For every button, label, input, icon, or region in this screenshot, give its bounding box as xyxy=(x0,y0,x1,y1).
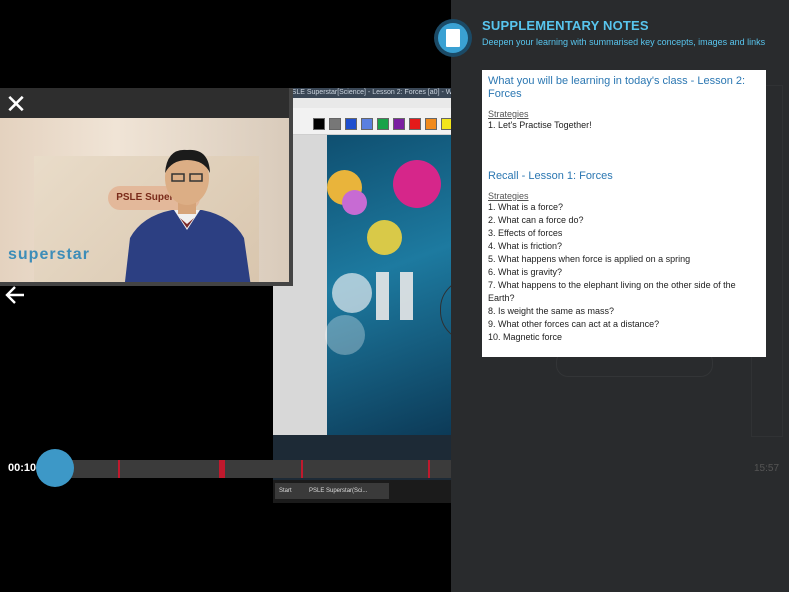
color-swatch xyxy=(361,118,373,130)
section-title: What you will be learning in today's cla… xyxy=(488,75,746,100)
color-swatch xyxy=(345,118,357,130)
notes-card: What you will be learning in today's cla… xyxy=(482,70,766,357)
list-item: 1. What is a force? xyxy=(488,202,564,212)
list-item: 5. What happens when force is applied on… xyxy=(488,254,691,264)
chapter-marker[interactable] xyxy=(301,460,303,478)
brand-logo: superstar xyxy=(8,246,90,263)
list-item: 10. Magnetic force xyxy=(488,332,563,342)
decor-bubble xyxy=(342,190,367,215)
decor-bubble xyxy=(367,220,402,255)
document-icon xyxy=(434,19,472,57)
list-item: 7. What happens to the elephant living o… xyxy=(488,280,736,303)
panel-subtitle: Deepen your learning with summarised key… xyxy=(482,37,766,47)
close-icon[interactable]: ✕ xyxy=(4,91,28,117)
webcam-video: PSLE Superstar superstar xyxy=(0,88,293,286)
window-title: PSLE Superstar[Science] - Lesson 2: Forc… xyxy=(273,88,451,98)
back-arrow-icon[interactable] xyxy=(4,283,26,307)
chapter-marker[interactable] xyxy=(219,460,225,478)
section-title: Recall - Lesson 1: Forces xyxy=(488,170,613,182)
list-item: 6. What is gravity? xyxy=(488,267,563,277)
color-swatch xyxy=(441,118,451,130)
list-item: 4. What is friction? xyxy=(488,241,563,251)
list-item: 3. Effects of forces xyxy=(488,228,563,238)
seek-handle[interactable] xyxy=(36,449,74,487)
panel-title: SUPPLEMENTARY NOTES xyxy=(482,18,649,33)
start-button: Start xyxy=(275,483,305,499)
chapter-marker[interactable] xyxy=(428,460,430,478)
presenter xyxy=(124,149,251,282)
chapter-marker[interactable] xyxy=(118,460,120,478)
decor-bubble xyxy=(393,160,441,208)
webcam-topbar xyxy=(0,88,289,118)
strategies-label: Strategies xyxy=(488,191,529,201)
webcam-room: PSLE Superstar superstar xyxy=(0,118,289,282)
pause-icon[interactable] xyxy=(376,272,413,320)
end-time: 15:57 xyxy=(754,463,780,474)
color-swatch xyxy=(313,118,325,130)
list-item: 8. Is weight the same as mass? xyxy=(488,306,615,316)
decor-bubble xyxy=(325,315,365,355)
menu-bar xyxy=(273,98,451,108)
strategies-label: Strategies xyxy=(488,109,529,119)
list-item: 1. Let's Practise Together! xyxy=(488,120,592,130)
taskbar-app: PSLE Superstar(Sci... xyxy=(305,483,389,499)
color-swatch xyxy=(409,118,421,130)
color-swatch xyxy=(393,118,405,130)
list-item: 2. What can a force do? xyxy=(488,215,584,225)
color-swatch xyxy=(377,118,389,130)
list-item: 9. What other forces can act at a distan… xyxy=(488,319,660,329)
color-swatch xyxy=(425,118,437,130)
screen-share-video: PSLE Superstar[Science] - Lesson 2: Forc… xyxy=(273,88,451,503)
decor-bubble xyxy=(332,273,372,313)
seek-bar[interactable] xyxy=(55,460,451,478)
taskbar: Start PSLE Superstar(Sci... xyxy=(273,480,451,503)
color-swatch xyxy=(329,118,341,130)
current-time: 00:10 xyxy=(8,462,37,474)
